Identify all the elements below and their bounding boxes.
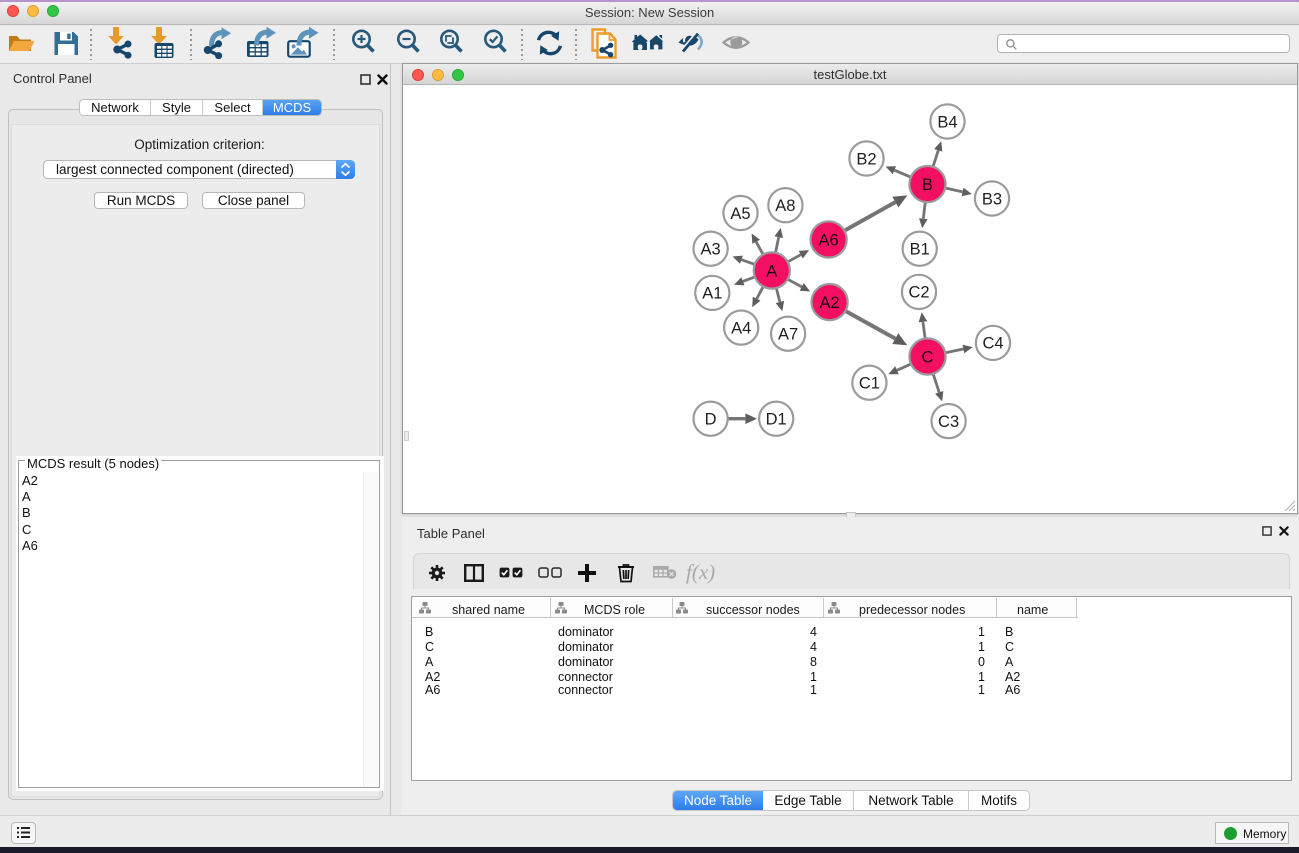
svg-text:A6: A6 [819,231,839,249]
svg-text:A2: A2 [820,294,840,312]
svg-text:B1: B1 [910,241,930,259]
svg-text:C: C [922,348,934,366]
svg-text:B: B [922,176,933,194]
svg-text:A: A [766,262,777,280]
svg-text:A3: A3 [701,241,721,259]
svg-text:C4: C4 [982,335,1003,353]
svg-text:A7: A7 [778,326,798,344]
svg-text:C3: C3 [938,413,959,431]
svg-text:B4: B4 [937,113,957,131]
svg-text:B3: B3 [982,190,1002,208]
svg-text:D1: D1 [766,411,787,429]
svg-text:D: D [705,411,717,429]
svg-text:A1: A1 [702,285,722,303]
svg-text:A5: A5 [730,205,750,223]
svg-text:B2: B2 [856,150,876,168]
svg-text:A4: A4 [731,319,751,337]
svg-text:A8: A8 [775,197,795,215]
svg-text:C2: C2 [908,284,929,302]
svg-text:C1: C1 [859,375,880,393]
